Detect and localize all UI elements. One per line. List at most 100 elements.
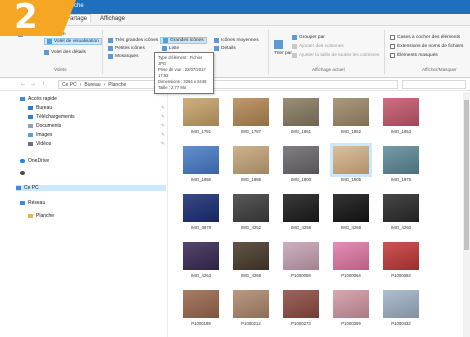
file-name-label: IMG_1787 [240, 129, 262, 134]
file-item[interactable]: IMG_4268 [228, 242, 274, 286]
sidebar-item-onedrive[interactable]: OneDrive [20, 158, 49, 164]
file-thumbnail [333, 194, 369, 222]
forward-arrow-icon[interactable]: → [30, 81, 36, 87]
extra-large-icons-button[interactable]: Très grandes icônes [108, 38, 158, 43]
details-pane-button[interactable]: Volet des détails [44, 50, 86, 55]
breadcrumb-ce-pc[interactable]: Ce PC [62, 82, 77, 88]
details-view-icon [214, 46, 219, 51]
file-thumbnail [383, 146, 419, 174]
file-item[interactable]: P1000064 [328, 242, 374, 286]
vertical-scrollbar[interactable] [463, 92, 470, 337]
sidebar-item-planche[interactable]: Planche [28, 213, 54, 219]
file-item[interactable]: IMG_3878 [178, 194, 224, 238]
sidebar-item-bureau[interactable]: Bureau [28, 105, 52, 111]
file-item[interactable]: P1000058 [278, 242, 324, 286]
sidebar-item-user[interactable] [20, 171, 25, 175]
file-item[interactable]: P1000084 [378, 242, 424, 286]
tiles-button[interactable]: Mosaïques [108, 54, 138, 59]
search-input[interactable] [402, 80, 466, 89]
file-item[interactable]: IMG_4252 [228, 194, 274, 238]
sidebar-item-telechargements[interactable]: Téléchargements [28, 114, 75, 120]
file-item[interactable]: P1000189 [178, 290, 224, 334]
sidebar-item-videos[interactable]: Vidéos [28, 141, 51, 147]
file-item[interactable]: P1000359 [328, 290, 374, 334]
large-icons-button[interactable]: Grandes icônes [160, 37, 207, 44]
checkbox-icon [390, 53, 395, 58]
list-view-label: Liste [169, 46, 180, 51]
ribbon-separator [102, 30, 103, 74]
list-view-button[interactable]: Liste [162, 46, 179, 51]
tiles-label: Mosaïques [115, 54, 139, 59]
file-item[interactable]: IMG_1900 [278, 146, 324, 190]
group-afficher-masquer-label: Afficher/Masquer [422, 67, 457, 72]
file-item[interactable]: IMG_1975 [378, 146, 424, 190]
sidebar-item-documents[interactable]: Documents [28, 123, 61, 129]
step-number-badge: 2 [0, 0, 76, 36]
preview-pane-label: Volet de visualisation [54, 39, 99, 44]
extra-large-icons-label: Très grandes icônes [115, 38, 159, 43]
file-thumbnail [283, 290, 319, 318]
size-columns-button[interactable]: Ajuster la taille de toutes les colonnes [292, 53, 379, 58]
file-name-label: IMG_3878 [190, 225, 212, 230]
star-icon [20, 97, 25, 101]
file-item[interactable]: IMG_4263 [178, 242, 224, 286]
pin-icon: ✎ [161, 141, 165, 146]
file-item[interactable]: IMG_1856 [178, 146, 224, 190]
file-list-area: IMG_1781 IMG_1787 IMG_1851 IMG_1852 IMG_1853… [170, 92, 470, 337]
sidebar-item-acces-rapide[interactable]: Accès rapide [20, 96, 57, 102]
pictures-folder-icon [28, 133, 33, 137]
small-icons-button[interactable]: Petites icônes [108, 46, 145, 51]
checkbox-icon [390, 44, 395, 49]
documents-folder-icon [28, 124, 33, 128]
file-name-label: P1000273 [291, 321, 311, 326]
sidebar-label: Réseau [28, 200, 46, 206]
download-folder-icon [28, 115, 33, 119]
file-extensions-label: Extensions de noms de fichiers [397, 44, 464, 49]
file-item[interactable]: IMG_4258 [328, 194, 374, 238]
address-bar[interactable]: Ce PC › Bureau › Planche [58, 80, 398, 89]
sort-by-button[interactable]: Trier par [274, 40, 292, 56]
file-extensions-toggle[interactable]: Extensions de noms de fichiers [390, 44, 463, 49]
scrollbar-thumb[interactable] [464, 100, 469, 250]
hidden-items-toggle[interactable]: Éléments masqués [390, 53, 438, 58]
file-item[interactable]: IMG_4256 [278, 194, 324, 238]
file-thumbnail [383, 242, 419, 270]
large-icons-icon [163, 38, 168, 43]
file-name-label: IMG_1905 [340, 177, 362, 182]
add-columns-icon [292, 44, 297, 49]
sidebar-item-ce-pc[interactable]: Ce PC [16, 185, 166, 191]
file-item[interactable]: P1000432 [378, 290, 424, 334]
file-thumbnail [283, 146, 319, 174]
item-checkboxes-toggle[interactable]: Cases à cocher des éléments [390, 35, 460, 40]
file-item[interactable]: IMG_1787 [228, 98, 274, 142]
file-item[interactable]: IMG_1851 [278, 98, 324, 142]
ribbon-separator [268, 30, 269, 74]
file-item[interactable]: IMG_1888 [228, 146, 274, 190]
group-by-button[interactable]: Grouper par [292, 35, 325, 40]
add-columns-label: Ajouter des colonnes [299, 44, 344, 49]
pin-icon: ✎ [161, 123, 165, 128]
preview-pane-button[interactable]: Volet de visualisation [44, 38, 102, 45]
medium-icons-button[interactable]: Icônes moyennes [214, 38, 259, 43]
sidebar-item-images[interactable]: Images [28, 132, 52, 138]
up-arrow-icon[interactable]: ↑ [42, 81, 45, 87]
sidebar-item-reseau[interactable]: Réseau [20, 200, 45, 206]
sidebar-label: Vidéos [36, 141, 52, 147]
details-view-button[interactable]: Détails [214, 46, 236, 51]
details-pane-icon [44, 50, 49, 55]
tab-affichage[interactable]: Affichage [100, 16, 125, 22]
size-columns-label: Ajuster la taille de toutes les colonnes [299, 53, 380, 58]
file-item[interactable]: P1000273 [278, 290, 324, 334]
file-name-label: IMG_1851 [290, 129, 312, 134]
file-item[interactable]: IMG_1853 [378, 98, 424, 142]
file-item[interactable]: IMG_4260 [378, 194, 424, 238]
file-item[interactable]: P1000212 [228, 290, 274, 334]
back-arrow-icon[interactable]: ← [20, 81, 26, 87]
file-thumbnail [183, 194, 219, 222]
breadcrumb-planche[interactable]: Planche [108, 82, 126, 88]
file-item[interactable]: IMG_1852 [328, 98, 374, 142]
add-columns-button[interactable]: Ajouter des colonnes [292, 44, 344, 49]
file-item[interactable]: IMG_1781 [178, 98, 224, 142]
file-item[interactable]: IMG_1905 [328, 143, 374, 190]
breadcrumb-bureau[interactable]: Bureau [84, 82, 100, 88]
